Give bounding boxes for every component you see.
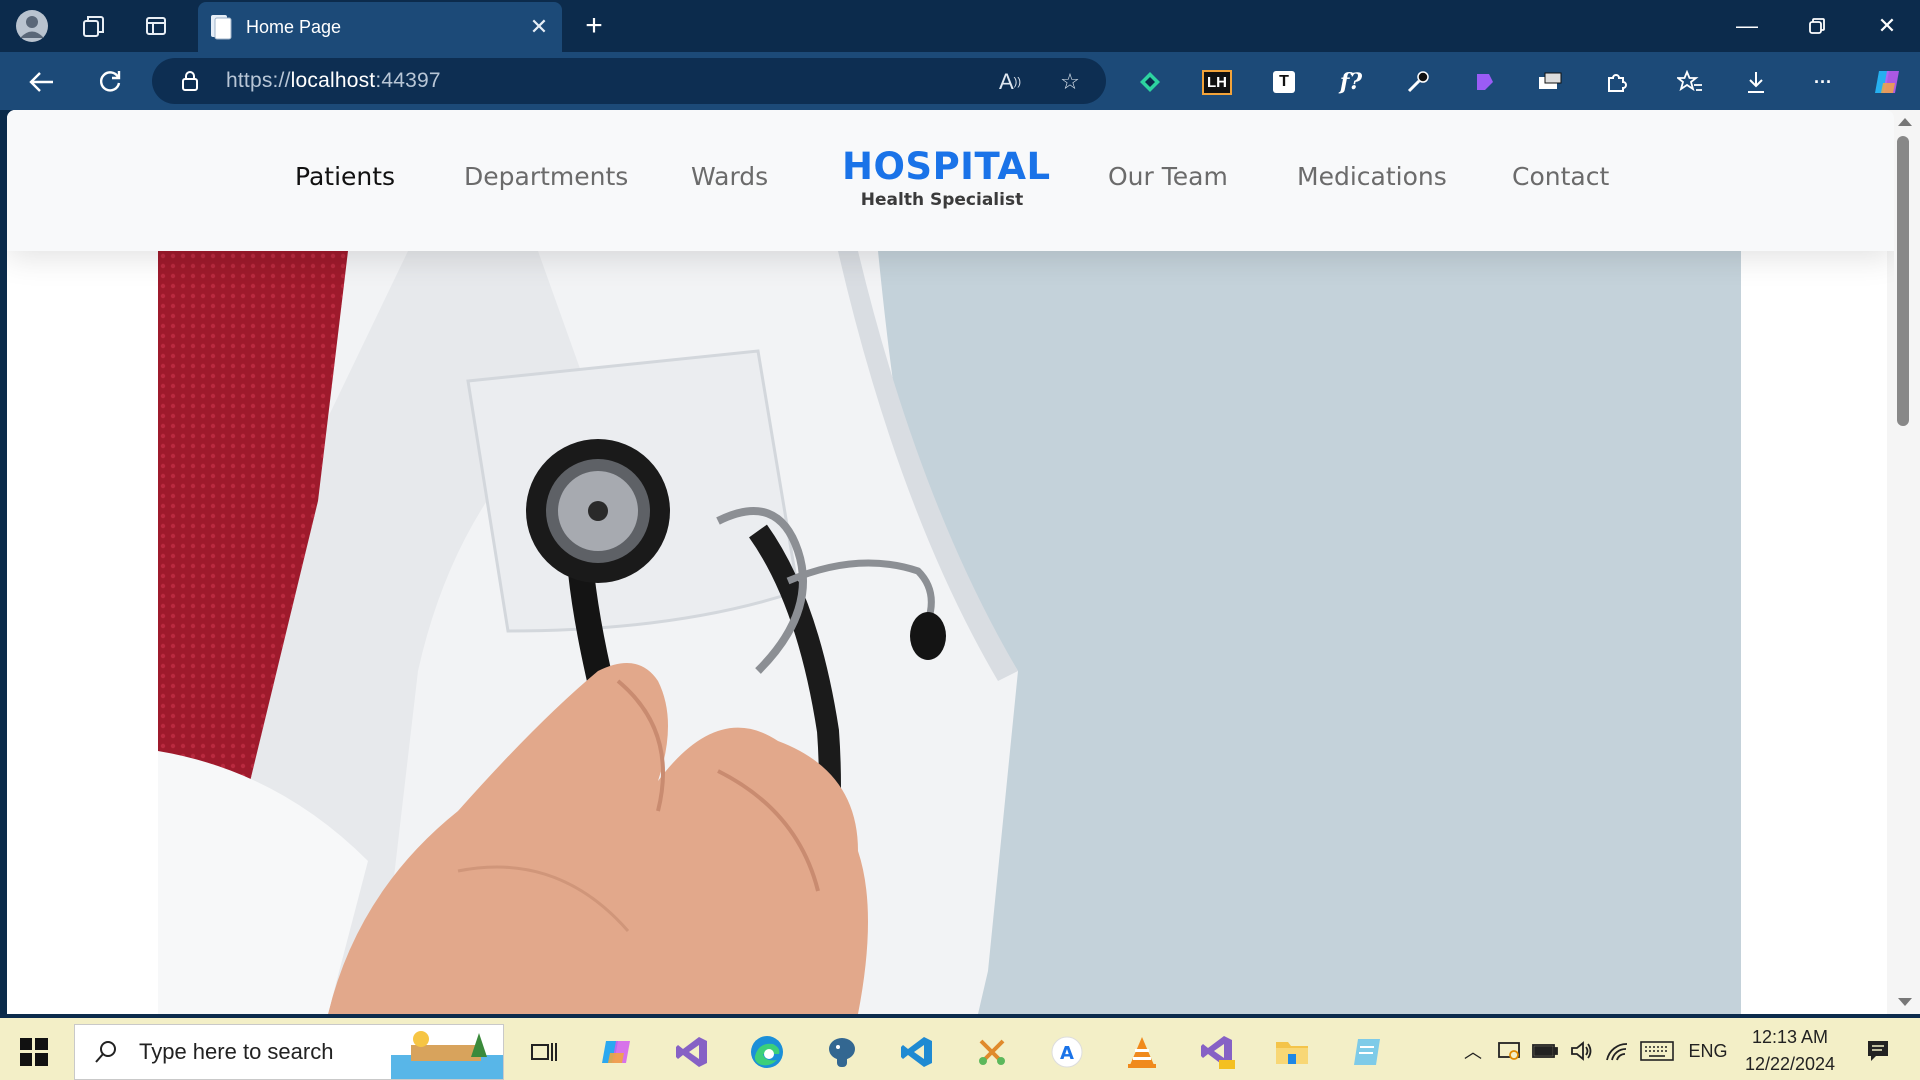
visual-studio-icon[interactable] <box>670 1030 714 1074</box>
windows-start-icon[interactable] <box>14 1032 54 1072</box>
translate-app-icon[interactable]: A <box>1045 1030 1089 1074</box>
extension-t-icon[interactable]: T <box>1266 64 1302 100</box>
sync-status-icon[interactable] <box>1494 1036 1524 1066</box>
browser-title-bar: Home Page ✕ + — ✕ <box>0 0 1920 52</box>
search-placeholder: Type here to search <box>139 1039 334 1064</box>
nav-link-patients[interactable]: Patients <box>295 162 395 191</box>
workspaces-icon[interactable] <box>76 8 112 44</box>
favorites-icon[interactable] <box>1672 64 1708 100</box>
vlc-player-icon[interactable] <box>1120 1030 1164 1074</box>
snipping-tool-icon[interactable] <box>970 1030 1014 1074</box>
extensions-puzzle-icon[interactable] <box>1598 64 1634 100</box>
refresh-icon[interactable] <box>90 62 130 102</box>
scroll-thumb[interactable] <box>1897 136 1909 426</box>
extension-green-diamond-icon[interactable] <box>1132 64 1168 100</box>
scroll-down-arrow-icon[interactable] <box>1898 998 1912 1006</box>
brand-title: HOSPITAL <box>842 145 1051 188</box>
address-bar[interactable]: https://localhost:44397 A)) ☆ <box>152 58 1106 104</box>
profile-avatar-icon[interactable] <box>14 8 50 44</box>
tab-title: Home Page <box>246 16 342 37</box>
clock-time: 12:13 AM <box>1751 1027 1829 1047</box>
postgresql-icon[interactable] <box>820 1030 864 1074</box>
restore-icon[interactable] <box>1782 0 1852 52</box>
downloads-icon[interactable] <box>1738 64 1774 100</box>
url-text[interactable]: https://localhost:44397 <box>226 69 441 93</box>
wifi-icon[interactable] <box>1602 1036 1632 1066</box>
svg-text:A: A <box>1060 1043 1074 1064</box>
search-highlight-art-icon <box>391 1031 503 1079</box>
read-aloud-icon[interactable]: A)) <box>994 66 1026 98</box>
visual-studio-preview-icon[interactable] <box>1195 1030 1239 1074</box>
nav-link-medications[interactable]: Medications <box>1297 162 1447 191</box>
edge-browser-icon[interactable] <box>745 1030 789 1074</box>
site-header: Patients Departments Wards HOSPITAL Heal… <box>7 110 1894 251</box>
page-document-icon <box>211 15 232 40</box>
close-window-icon[interactable]: ✕ <box>1852 0 1920 52</box>
extension-cards-icon[interactable] <box>1532 64 1568 100</box>
nav-link-contact[interactable]: Contact <box>1512 162 1609 191</box>
show-hidden-icons-chevron-icon[interactable]: ︿ <box>1460 1036 1486 1066</box>
extension-font-icon[interactable]: f? <box>1333 64 1369 100</box>
nav-link-departments[interactable]: Departments <box>464 162 628 191</box>
hero-image-doctor-stethoscope <box>158 251 1741 1014</box>
notepad-icon[interactable] <box>1345 1030 1389 1074</box>
extension-lh-icon[interactable]: LH <box>1199 64 1235 100</box>
windows-taskbar: Type here to search A ︿ ENG 12:13 AM 12/… <box>0 1014 1920 1080</box>
copilot-app-icon[interactable] <box>595 1030 639 1074</box>
site-logo[interactable]: HOSPITAL Health Specialist <box>842 145 1051 211</box>
lock-icon[interactable] <box>172 70 208 92</box>
volume-icon[interactable] <box>1566 1036 1596 1066</box>
copilot-icon[interactable] <box>1870 64 1906 100</box>
vs-code-icon[interactable] <box>895 1030 939 1074</box>
extension-purple-icon[interactable] <box>1467 64 1503 100</box>
new-tab-icon[interactable]: + <box>576 8 612 44</box>
browser-tab-active[interactable]: Home Page ✕ <box>198 2 562 52</box>
more-menu-icon[interactable]: ··· <box>1805 64 1841 100</box>
minimize-icon[interactable]: — <box>1712 0 1782 52</box>
brand-subtitle: Health Specialist <box>860 190 1024 210</box>
tab-close-icon[interactable]: ✕ <box>524 12 554 42</box>
eyedropper-icon[interactable] <box>1400 64 1436 100</box>
search-icon <box>95 1041 116 1063</box>
browser-toolbar: https://localhost:44397 A)) ☆ LH T f? ··… <box>0 52 1920 110</box>
nav-link-wards[interactable]: Wards <box>691 162 768 191</box>
scroll-up-arrow-icon[interactable] <box>1898 118 1912 126</box>
task-view-icon[interactable] <box>522 1030 566 1074</box>
notifications-icon[interactable] <box>1858 1036 1898 1066</box>
taskbar-search-box[interactable]: Type here to search <box>74 1024 504 1080</box>
system-clock[interactable]: 12:13 AM 12/22/2024 <box>1730 1024 1850 1078</box>
touch-keyboard-icon[interactable] <box>1638 1036 1676 1066</box>
battery-icon[interactable] <box>1530 1036 1560 1066</box>
clock-date: 12/22/2024 <box>1744 1054 1836 1074</box>
favorite-star-icon[interactable]: ☆ <box>1054 66 1086 98</box>
nav-link-our-team[interactable]: Our Team <box>1108 162 1228 191</box>
page-viewport: Patients Departments Wards HOSPITAL Heal… <box>7 110 1894 1014</box>
file-explorer-icon[interactable] <box>1270 1030 1314 1074</box>
language-indicator[interactable]: ENG <box>1684 1036 1732 1066</box>
tab-actions-icon[interactable] <box>138 8 174 44</box>
back-arrow-icon[interactable] <box>22 62 62 102</box>
